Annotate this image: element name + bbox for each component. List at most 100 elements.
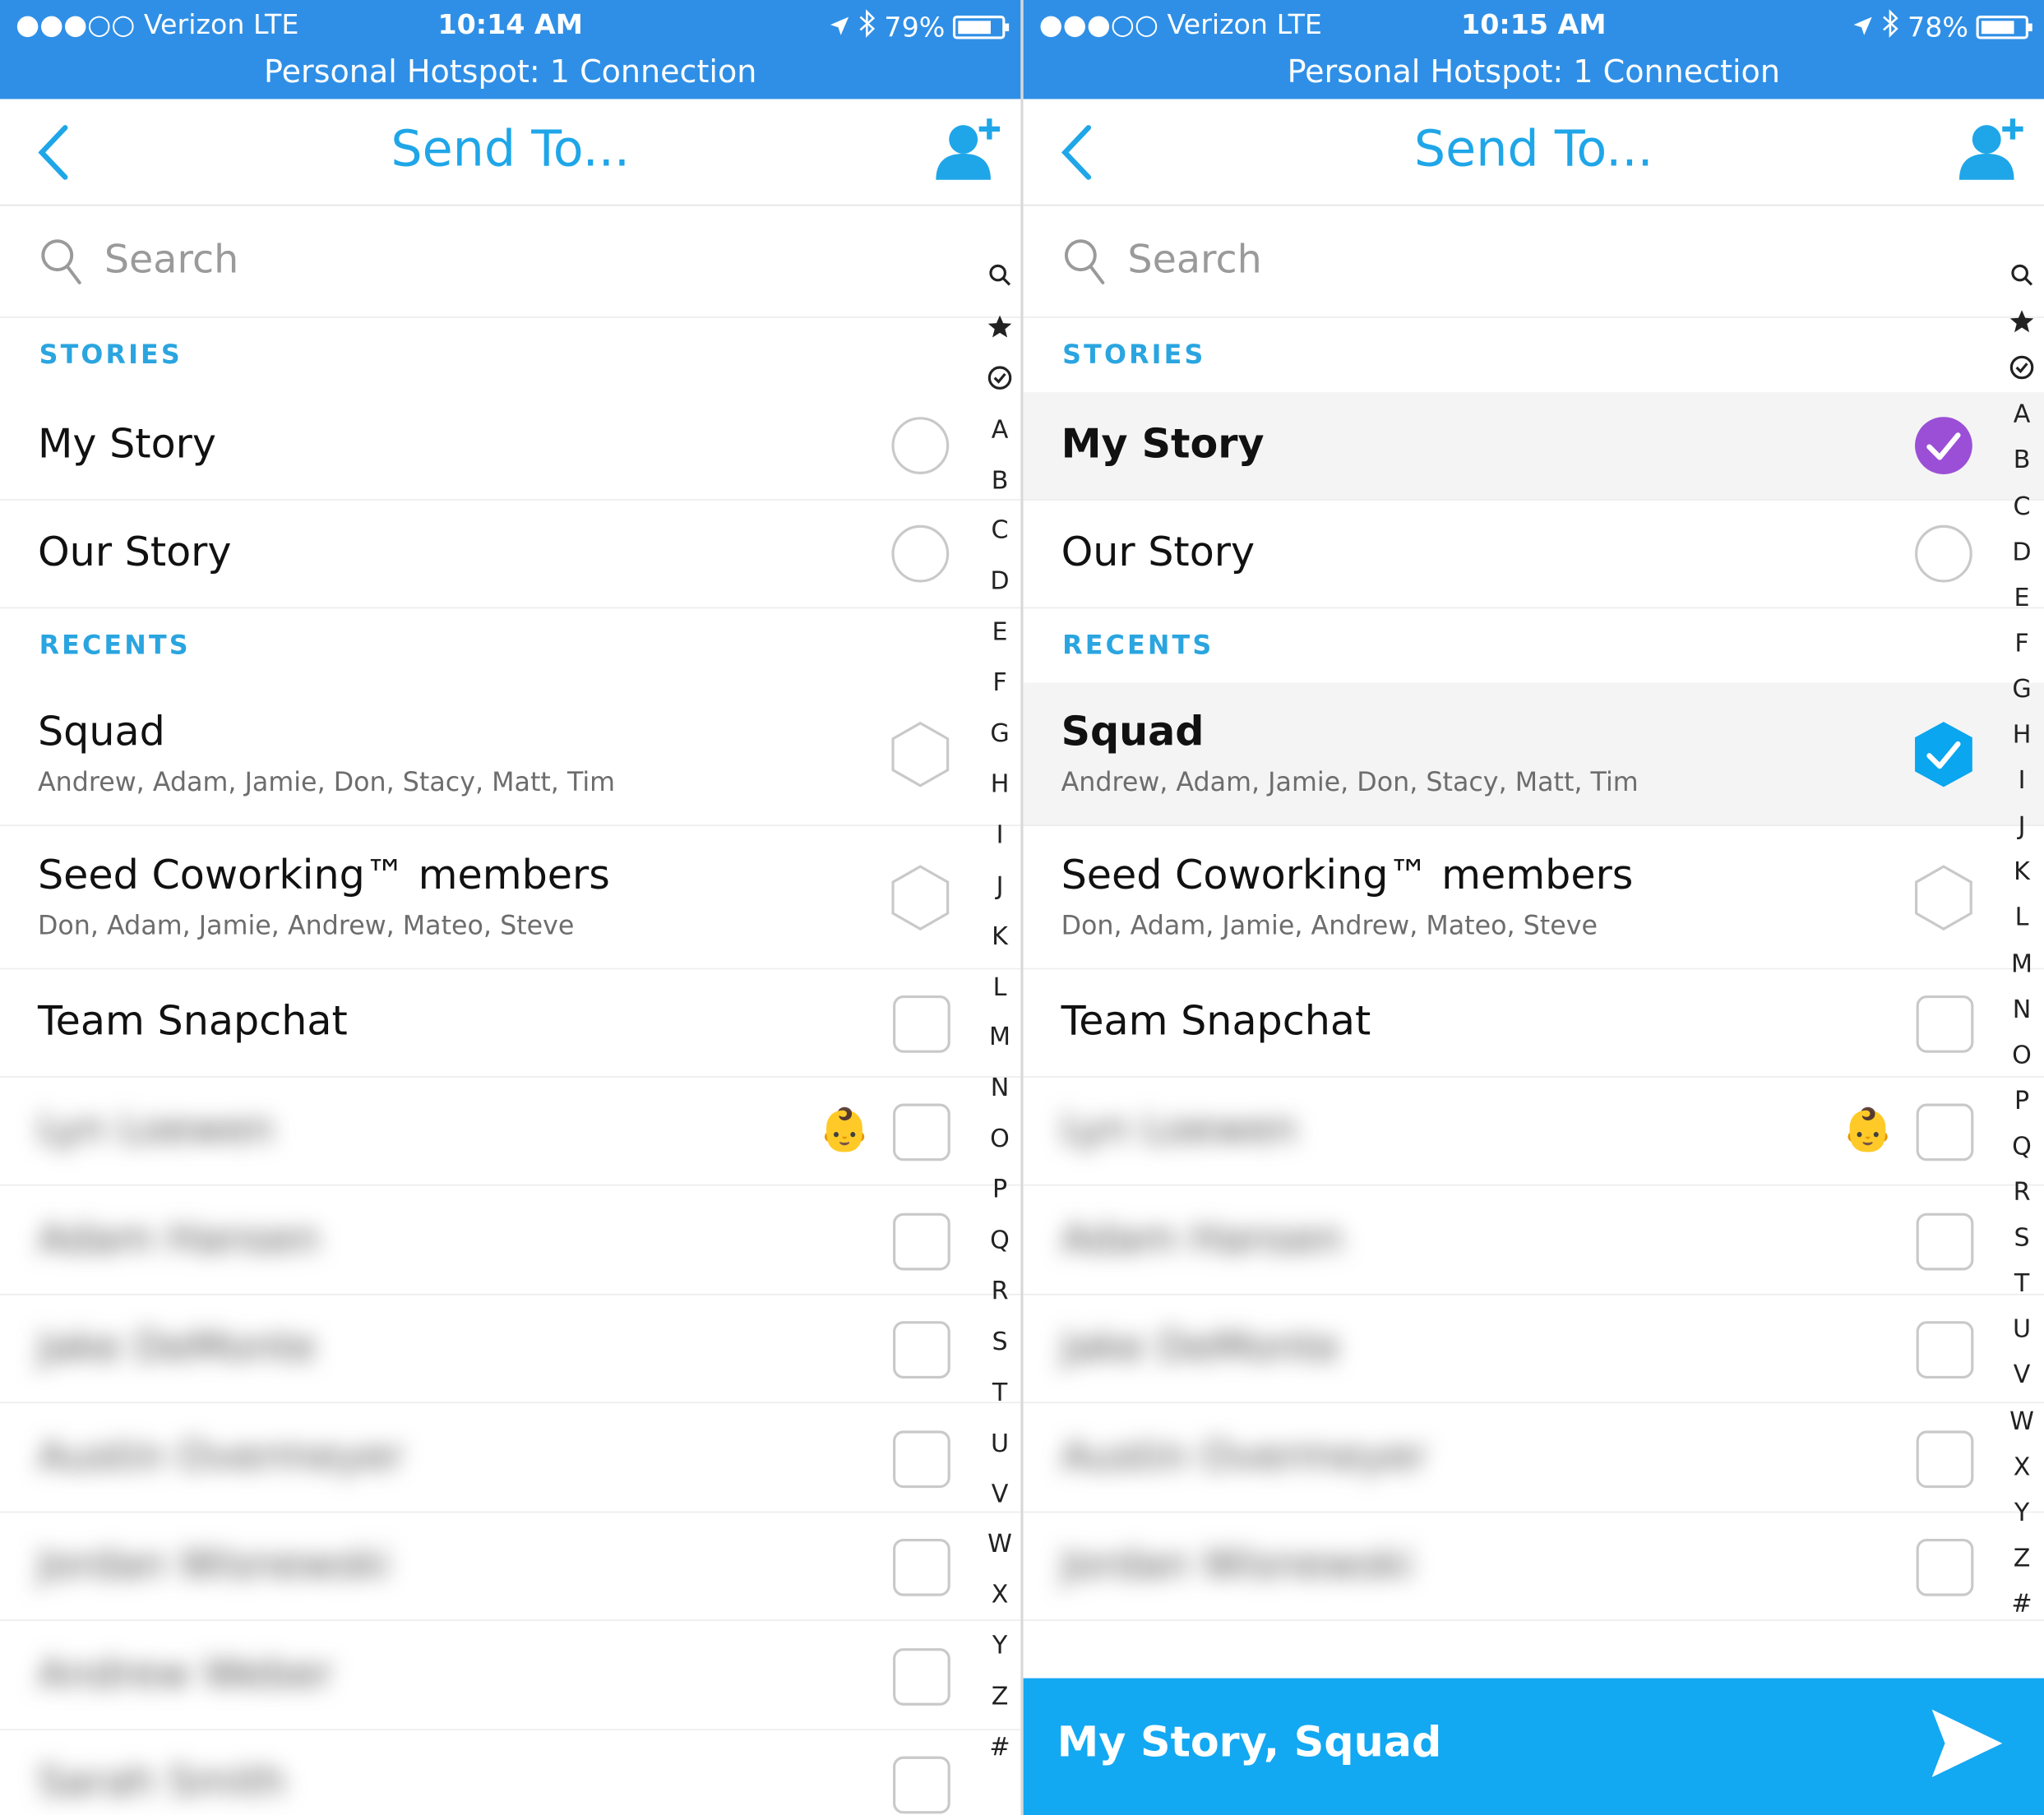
select-circle-icon[interactable] <box>890 416 950 481</box>
index-letter[interactable]: Z <box>980 1682 1020 1711</box>
index-letter[interactable]: E <box>2002 584 2042 612</box>
index-letter[interactable]: A <box>980 415 1020 444</box>
story-row[interactable]: My Story <box>0 392 1021 501</box>
index-letter[interactable]: A <box>2002 400 2042 429</box>
index-letter[interactable]: K <box>2002 858 2042 887</box>
index-letter[interactable]: T <box>2002 1269 2042 1298</box>
select-square-icon[interactable] <box>891 1646 951 1711</box>
index-letter[interactable]: H <box>980 770 1020 799</box>
select-square-icon[interactable] <box>891 1429 951 1494</box>
index-letter[interactable]: E <box>980 618 1020 647</box>
index-letter[interactable]: X <box>2002 1452 2042 1481</box>
index-letter[interactable]: S <box>980 1328 1020 1356</box>
index-letter[interactable]: L <box>2002 903 2042 932</box>
index-letter[interactable]: G <box>980 719 1020 748</box>
friend-row[interactable]: Jordan Wisnewski <box>0 1512 1021 1621</box>
select-square-icon[interactable] <box>891 1320 951 1385</box>
friend-row[interactable]: Jake DeMonte <box>0 1295 1021 1404</box>
index-letter[interactable]: O <box>980 1125 1020 1153</box>
search-input[interactable]: Search <box>104 237 238 282</box>
index-letter[interactable]: H <box>2002 721 2042 750</box>
index-letter[interactable]: B <box>2002 446 2042 475</box>
index-clock-icon[interactable] <box>980 364 1020 397</box>
index-clock-icon[interactable] <box>2002 354 2042 387</box>
group-row[interactable]: Seed Coworking™ members Don, Adam, Jamie,… <box>0 826 1021 970</box>
index-letter[interactable]: R <box>980 1277 1020 1305</box>
index-letter[interactable]: Q <box>2002 1132 2042 1161</box>
team-snapchat-row[interactable]: Team Snapchat <box>0 969 1021 1078</box>
group-row[interactable]: Seed Coworking™ members Don, Adam, Jamie,… <box>1023 826 2044 970</box>
index-letter[interactable]: Y <box>2002 1498 2042 1526</box>
index-letter[interactable]: D <box>980 567 1020 596</box>
hotspot-banner[interactable]: Personal Hotspot: 1 Connection <box>0 53 1020 90</box>
index-search-icon[interactable] <box>2002 263 2042 293</box>
select-square-icon[interactable] <box>1915 994 1975 1059</box>
index-letter[interactable]: T <box>980 1379 1020 1407</box>
alphabet-index[interactable]: A B C D E F G H I J K L M N O P Q R S T U V W X Y Z # <box>980 264 1020 1762</box>
hotspot-banner[interactable]: Personal Hotspot: 1 Connection <box>1024 53 2044 90</box>
index-letter[interactable]: S <box>2002 1224 2042 1253</box>
index-letter[interactable]: W <box>980 1531 1020 1559</box>
select-hexagon-icon[interactable] <box>889 721 951 794</box>
index-star-icon[interactable] <box>2002 309 2042 342</box>
group-row[interactable]: Squad Andrew, Adam, Jamie, Don, Stacy, Ma… <box>0 683 1021 826</box>
friend-row[interactable]: Adam Hansen <box>1023 1186 2044 1295</box>
index-letter[interactable]: # <box>2002 1590 2042 1619</box>
send-arrow-icon[interactable] <box>1929 1706 2005 1780</box>
search-bar[interactable]: Search <box>0 206 1021 318</box>
story-row[interactable]: Our Story <box>0 501 1021 609</box>
select-hexagon-icon[interactable] <box>1912 864 1975 937</box>
index-letter[interactable]: O <box>2002 1041 2042 1069</box>
search-input[interactable]: Search <box>1127 237 1261 282</box>
index-letter[interactable]: J <box>2002 812 2042 841</box>
index-letter[interactable]: I <box>2002 766 2042 795</box>
index-letter[interactable]: D <box>2002 538 2042 566</box>
index-letter[interactable]: N <box>980 1074 1020 1103</box>
index-star-icon[interactable] <box>980 314 1020 347</box>
friend-row[interactable]: Andrew Weber <box>0 1622 1021 1730</box>
index-letter[interactable]: L <box>980 972 1020 1001</box>
select-square-icon[interactable] <box>1915 1102 1975 1167</box>
index-letter[interactable]: F <box>2002 629 2042 658</box>
friend-row[interactable]: Jake DeMonte <box>1023 1295 2044 1404</box>
index-letter[interactable]: U <box>2002 1315 2042 1344</box>
select-hexagon-icon[interactable] <box>889 864 951 937</box>
index-letter[interactable]: V <box>980 1480 1020 1508</box>
index-letter[interactable]: K <box>980 922 1020 951</box>
checked-circle-icon[interactable] <box>1913 416 1973 481</box>
index-letter[interactable]: W <box>2002 1406 2042 1435</box>
index-letter[interactable]: G <box>2002 675 2042 704</box>
search-bar[interactable]: Search <box>1023 206 2044 318</box>
index-letter[interactable]: N <box>2002 995 2042 1023</box>
index-letter[interactable]: I <box>980 820 1020 849</box>
friend-row[interactable]: Jordan Wisnewski <box>1023 1512 2044 1621</box>
index-letter[interactable]: U <box>980 1429 1020 1457</box>
select-square-icon[interactable] <box>891 1211 951 1276</box>
alphabet-index[interactable]: A B C D E F G H I J K L M N O P Q R S T U V W X Y Z # <box>2002 264 2042 1619</box>
select-square-icon[interactable] <box>1915 1429 1975 1494</box>
select-square-icon[interactable] <box>891 1755 951 1815</box>
group-row[interactable]: Squad Andrew, Adam, Jamie, Don, Stacy, Ma… <box>1023 682 2044 826</box>
add-friend-icon[interactable] <box>935 118 1002 182</box>
index-letter[interactable]: M <box>2002 949 2042 978</box>
select-square-icon[interactable] <box>891 1102 951 1167</box>
index-letter[interactable]: P <box>980 1175 1020 1204</box>
select-square-icon[interactable] <box>891 994 951 1059</box>
select-square-icon[interactable] <box>891 1537 951 1602</box>
friend-row[interactable]: Sarah Smith <box>0 1730 1020 1815</box>
index-letter[interactable]: # <box>980 1733 1020 1762</box>
story-row[interactable]: Our Story <box>1023 501 2044 609</box>
index-letter[interactable]: F <box>980 668 1020 697</box>
index-letter[interactable]: J <box>980 871 1020 900</box>
send-bar[interactable]: My Story, Squad <box>1023 1678 2044 1815</box>
index-letter[interactable]: P <box>2002 1087 2042 1115</box>
select-square-icon[interactable] <box>1915 1211 1975 1276</box>
index-letter[interactable]: M <box>980 1023 1020 1052</box>
index-letter[interactable]: V <box>2002 1361 2042 1390</box>
index-letter[interactable]: B <box>980 466 1020 495</box>
index-letter[interactable]: C <box>2002 492 2042 520</box>
index-letter[interactable]: Z <box>2002 1544 2042 1573</box>
select-square-icon[interactable] <box>1915 1537 1975 1602</box>
team-snapchat-row[interactable]: Team Snapchat <box>1023 969 2044 1078</box>
index-letter[interactable]: Y <box>980 1632 1020 1660</box>
